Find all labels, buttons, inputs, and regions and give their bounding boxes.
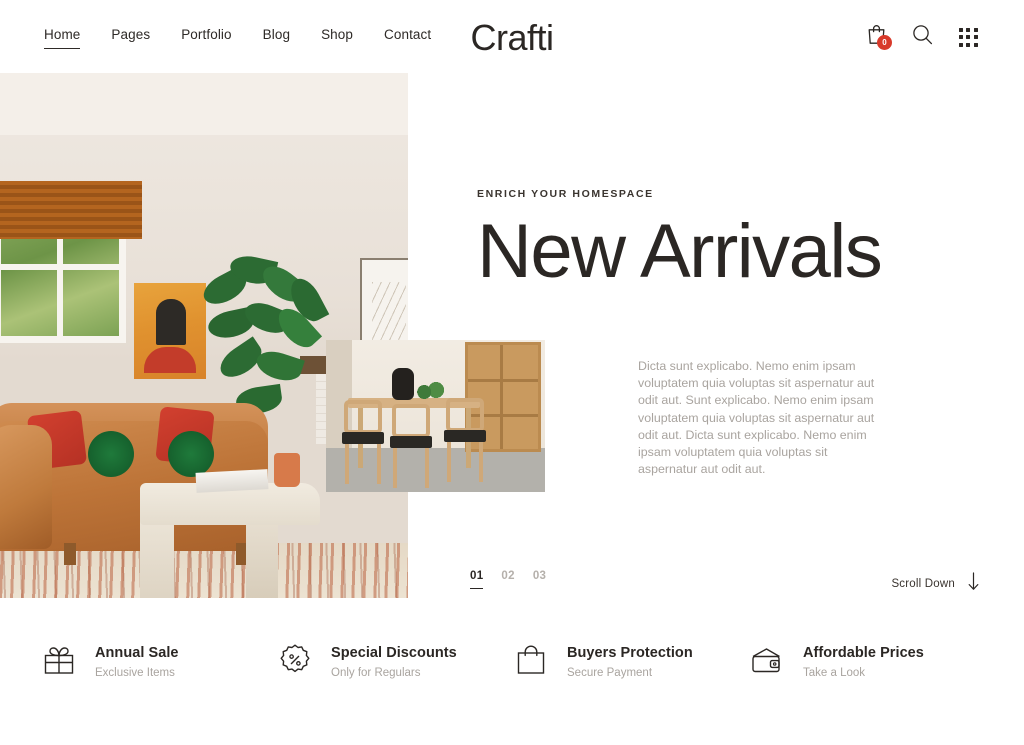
gift-icon [40,641,78,679]
arrow-down-icon [967,572,980,596]
menu-button[interactable] [956,24,980,50]
features-bar: Annual Sale Exclusive Items Special Disc… [0,630,1024,720]
feature-title: Affordable Prices [803,645,924,661]
site-logo[interactable]: Crafti [470,18,554,58]
cart-badge: 0 [877,35,892,50]
feature-title: Buyers Protection [567,645,693,661]
feature-subtitle: Exclusive Items [95,667,175,679]
feature-subtitle: Secure Payment [567,667,653,679]
header-actions: 0 [864,24,980,50]
hero-main-image [0,73,408,598]
slide-indicator-01[interactable]: 01 [470,569,484,589]
nav-item-contact[interactable]: Contact [384,26,431,49]
nav-item-portfolio[interactable]: Portfolio [181,26,231,49]
hero-eyebrow: ENRICH YOUR HOMESPACE [477,188,654,200]
grid-menu-icon [958,27,978,47]
feature-text: Buyers Protection Secure Payment [567,641,693,681]
scroll-down-label: Scroll Down [891,578,955,590]
dining-room-scene [326,340,545,492]
feature-text: Annual Sale Exclusive Items [95,641,179,681]
cart-button[interactable]: 0 [864,24,892,50]
hero-description: Dicta sunt explicabo. Nemo enim ipsam vo… [638,359,875,477]
hero-inset-image [326,340,545,492]
scroll-down-button[interactable]: Scroll Down [891,572,980,596]
nav-item-blog[interactable]: Blog [263,26,290,49]
feature-subtitle: Only for Regulars [331,667,421,679]
feature-title: Annual Sale [95,645,179,661]
feature-item-affordable-prices[interactable]: Affordable Prices Take a Look [748,630,984,720]
shopping-bag-icon [512,641,550,679]
hero-title: New Arrivals [477,209,883,294]
nav-item-pages[interactable]: Pages [111,26,150,49]
nav-item-shop[interactable]: Shop [321,26,353,49]
feature-text: Affordable Prices Take a Look [803,641,924,681]
nav-item-home[interactable]: Home [44,26,81,49]
page-root: Home Pages Portfolio Blog Shop Contact C… [0,0,1024,745]
percent-badge-icon [276,641,314,679]
feature-subtitle: Take a Look [803,667,866,679]
search-icon [912,24,933,50]
feature-text: Special Discounts Only for Regulars [331,641,457,681]
living-room-scene [0,73,408,598]
wallet-icon [748,641,786,679]
slider-pagination: 01 02 03 [470,569,546,589]
hero-text-block: ENRICH YOUR HOMESPACE New Arrivals [477,186,997,294]
slide-indicator-03[interactable]: 03 [533,569,546,589]
feature-item-buyers-protection[interactable]: Buyers Protection Secure Payment [512,630,748,720]
main-navigation: Home Pages Portfolio Blog Shop Contact [44,26,431,49]
slide-indicator-02[interactable]: 02 [501,569,514,589]
feature-item-annual-sale[interactable]: Annual Sale Exclusive Items [40,630,276,720]
site-header: Home Pages Portfolio Blog Shop Contact C… [0,0,1024,73]
feature-item-special-discounts[interactable]: Special Discounts Only for Regulars [276,630,512,720]
search-button[interactable] [910,24,934,50]
feature-title: Special Discounts [331,645,457,661]
